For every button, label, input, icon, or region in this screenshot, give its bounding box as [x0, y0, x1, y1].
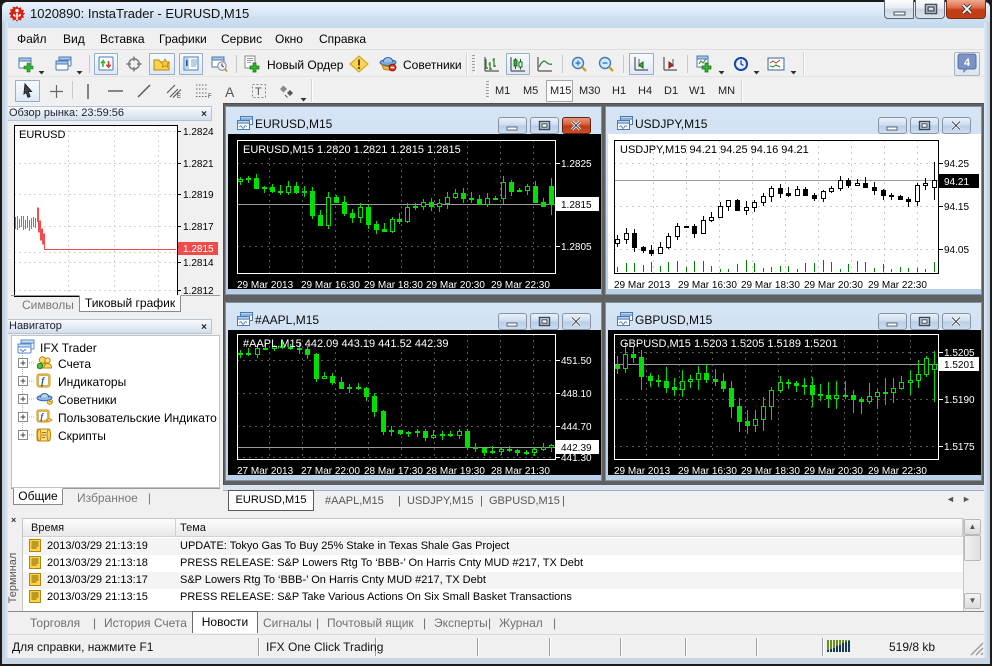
svg-text:F: F — [208, 94, 212, 99]
svg-text:1.2815: 1.2815 — [183, 244, 214, 255]
svg-text:A: A — [225, 84, 235, 99]
svg-text:1.2805: 1.2805 — [561, 242, 592, 253]
svg-text:29 Mar 22:30: 29 Mar 22:30 — [868, 466, 927, 475]
svg-text:29 Mar 22:30: 29 Mar 22:30 — [491, 280, 550, 289]
svg-text:1.5201: 1.5201 — [944, 360, 975, 371]
svg-text:29 Mar 22:30: 29 Mar 22:30 — [868, 280, 927, 289]
svg-text:1.2815: 1.2815 — [561, 200, 592, 211]
svg-text:29 Mar 20:30: 29 Mar 20:30 — [426, 280, 485, 289]
svg-text:29 Mar 2013: 29 Mar 2013 — [614, 280, 671, 289]
svg-text:94.21: 94.21 — [944, 177, 969, 188]
svg-text:29 Mar 18:30: 29 Mar 18:30 — [741, 280, 800, 289]
svg-text:EURUSD: EURUSD — [19, 129, 66, 141]
svg-text:T: T — [255, 86, 262, 98]
svg-text:1.2824: 1.2824 — [183, 127, 214, 138]
svg-text:94.15: 94.15 — [944, 202, 969, 213]
svg-text:1.5190: 1.5190 — [944, 395, 975, 406]
svg-text:29 Mar 20:30: 29 Mar 20:30 — [804, 280, 863, 289]
svg-text:448.10: 448.10 — [561, 389, 592, 400]
svg-text:29 Mar 16:30: 29 Mar 16:30 — [678, 466, 737, 475]
svg-text:28 Mar 19:30: 28 Mar 19:30 — [426, 466, 485, 475]
svg-text:EURUSD,M15 1.2820 1.2821 1.28: EURUSD,M15 1.2820 1.2821 1.2815 1.2815 — [243, 144, 461, 156]
svg-text:442.39: 442.39 — [561, 443, 592, 454]
svg-text:27 Mar 2013: 27 Mar 2013 — [237, 466, 294, 475]
svg-text:29 Mar 16:30: 29 Mar 16:30 — [301, 280, 360, 289]
svg-text:1.2821: 1.2821 — [183, 159, 214, 170]
svg-text:4: 4 — [964, 57, 971, 69]
svg-text:GBPUSD,M15 1.5203 1.5205 1.51: GBPUSD,M15 1.5203 1.5205 1.5189 1.5201 — [620, 338, 838, 350]
svg-text:451.50: 451.50 — [561, 356, 592, 367]
svg-text:USDJPY,M15 94.21 94.25 94.16: USDJPY,M15 94.21 94.25 94.16 94.21 — [620, 144, 809, 156]
svg-text:1.2819: 1.2819 — [183, 190, 214, 201]
svg-text:444.70: 444.70 — [561, 422, 592, 433]
svg-text:94.05: 94.05 — [944, 245, 969, 256]
svg-text:94.25: 94.25 — [944, 159, 969, 170]
svg-text:28 Mar 17:30: 28 Mar 17:30 — [364, 466, 423, 475]
svg-text:441.30: 441.30 — [561, 453, 592, 464]
svg-text:1.2817: 1.2817 — [183, 222, 214, 233]
svg-text:1.5175: 1.5175 — [944, 442, 975, 453]
svg-text:29 Mar 16:30: 29 Mar 16:30 — [678, 280, 737, 289]
svg-text:1.2814: 1.2814 — [183, 258, 214, 269]
svg-text:29 Mar 2013: 29 Mar 2013 — [237, 280, 294, 289]
svg-text:27 Mar 22:00: 27 Mar 22:00 — [301, 466, 360, 475]
svg-text:29 Mar 18:30: 29 Mar 18:30 — [741, 466, 800, 475]
svg-text:1.2825: 1.2825 — [561, 159, 592, 170]
svg-text:28 Mar 21:30: 28 Mar 21:30 — [491, 466, 550, 475]
svg-text:29 Mar 20:30: 29 Mar 20:30 — [804, 466, 863, 475]
svg-text:29 Mar 2013: 29 Mar 2013 — [614, 466, 671, 475]
svg-text:#AAPL,M15 442.09 443.19 441.5: #AAPL,M15 442.09 443.19 441.52 442.39 — [243, 338, 449, 350]
svg-text:E: E — [177, 94, 181, 99]
svg-text:29 Mar 18:30: 29 Mar 18:30 — [364, 280, 423, 289]
